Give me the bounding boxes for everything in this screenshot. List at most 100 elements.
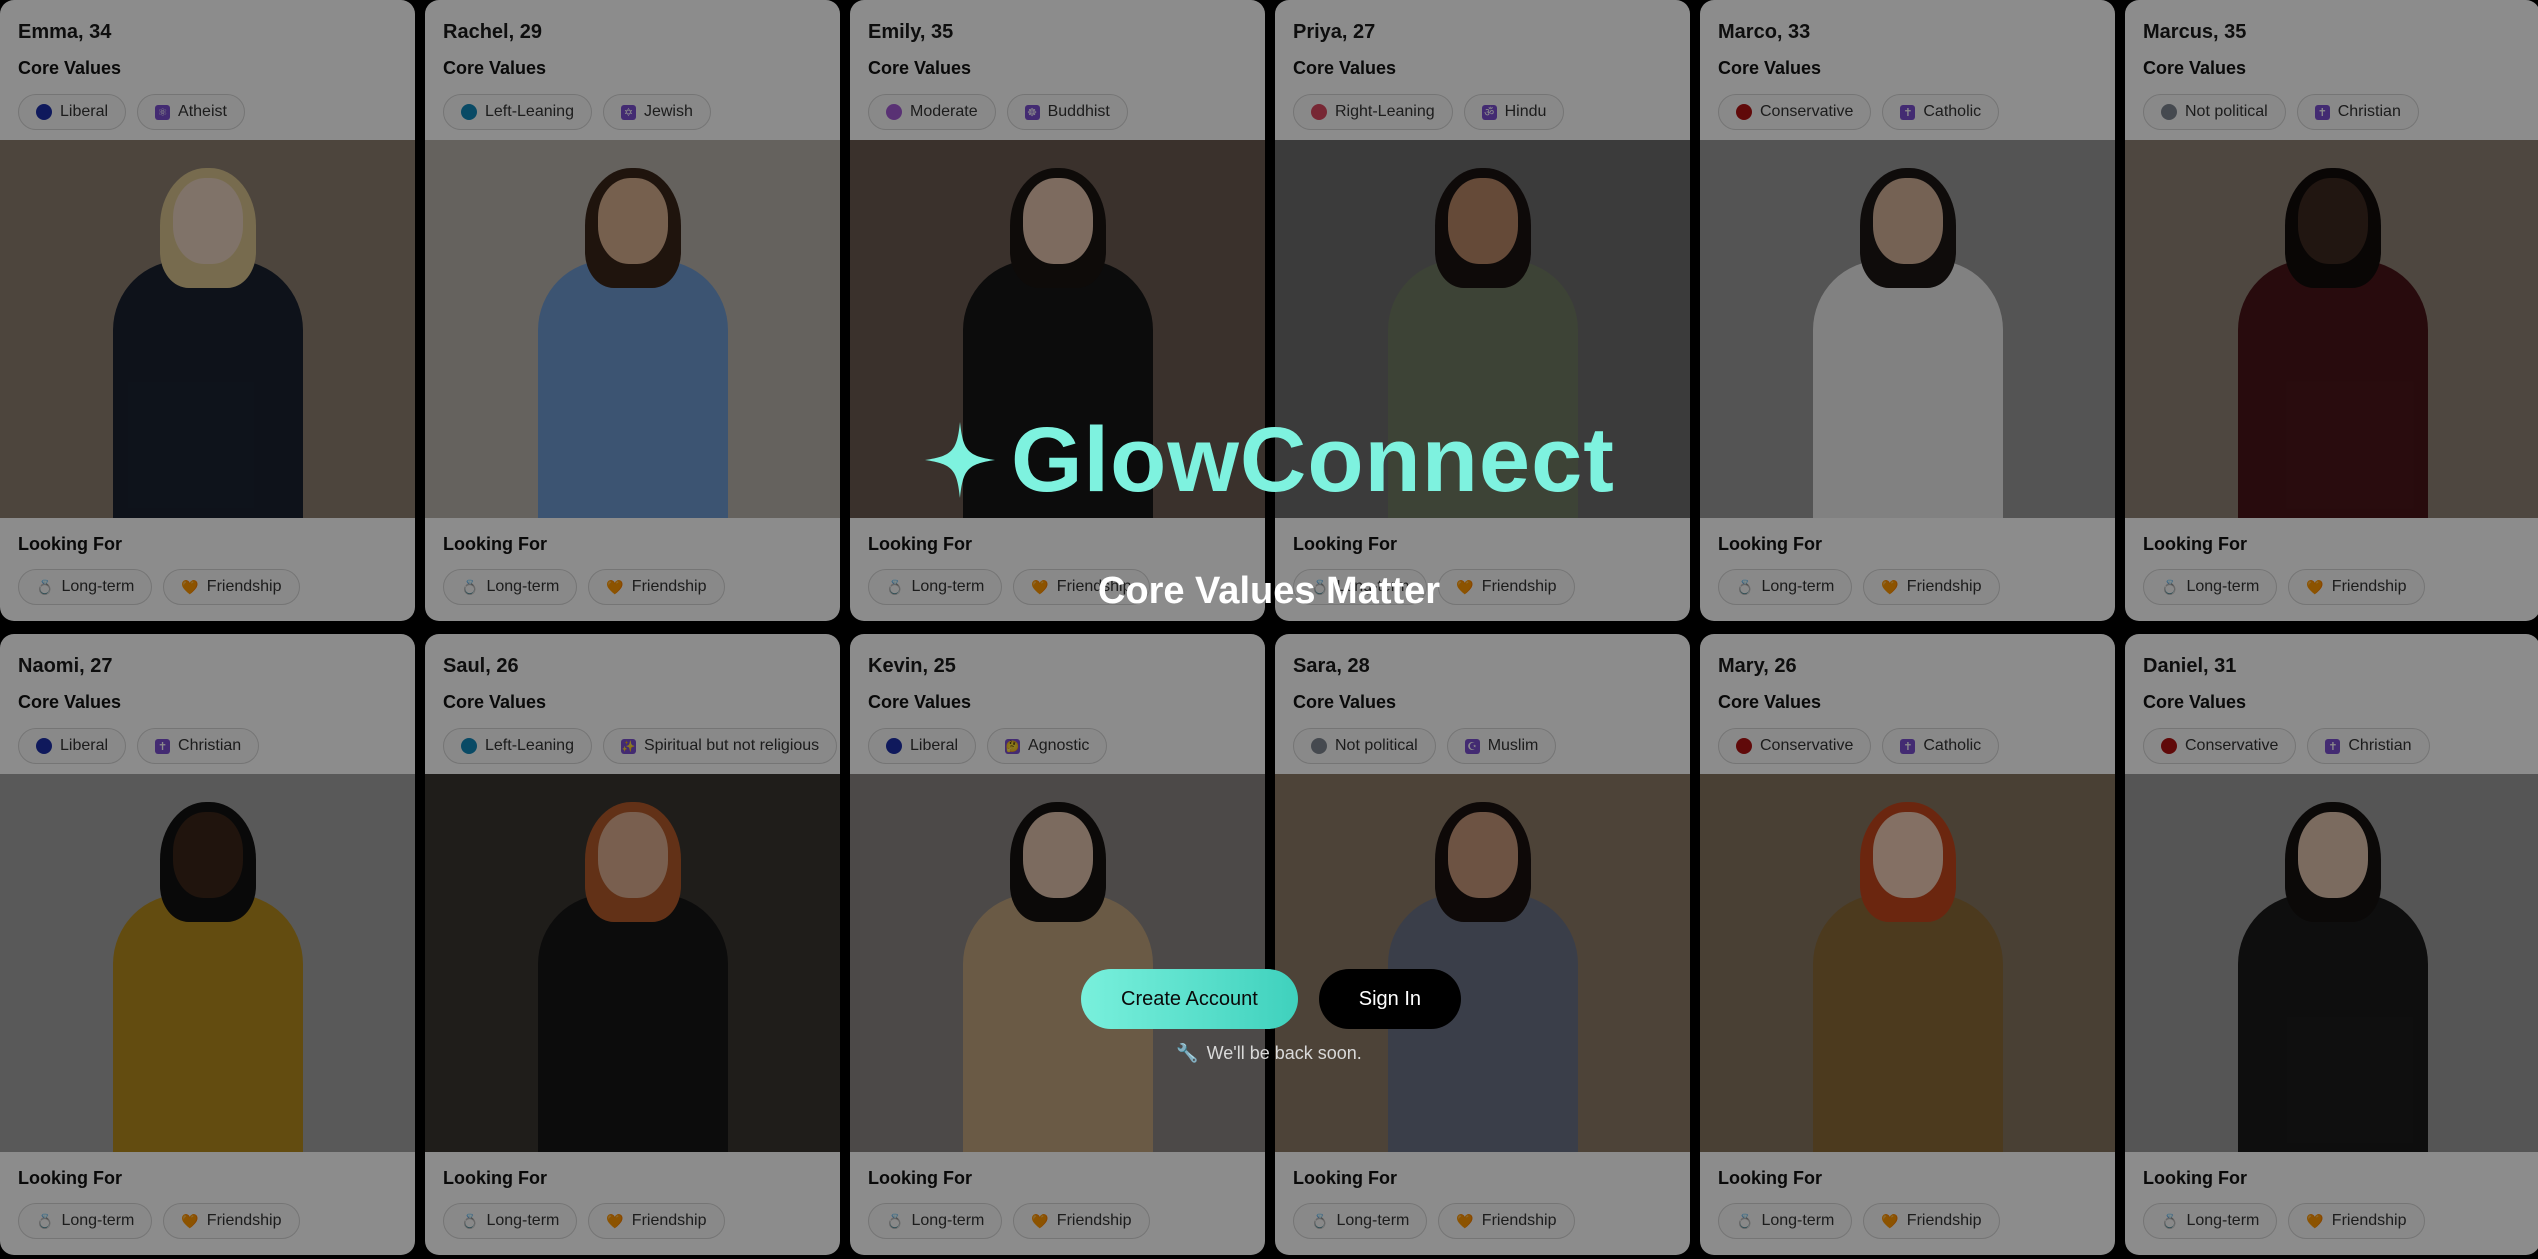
- cross-icon: ✝: [155, 738, 171, 754]
- religion-label: Agnostic: [1028, 737, 1090, 754]
- looking-for-heading: Looking For: [2143, 534, 2247, 554]
- looking-for-tag: 💍 Long-term: [18, 1203, 153, 1239]
- looking-for-heading: Looking For: [868, 1168, 972, 1188]
- looking-for-heading: Looking For: [1718, 1168, 1822, 1188]
- ring-icon: 💍: [1311, 1212, 1329, 1229]
- card-header: Mary, 26 Core Values Conservative ✝ Cath…: [1700, 634, 2115, 774]
- core-values-tags: Left-Leaning ✡ Jewish: [443, 94, 822, 130]
- core-values-heading: Core Values: [1293, 58, 1397, 78]
- politics-tag: Left-Leaning: [443, 94, 592, 130]
- brand-logo: GlowConnect: [925, 405, 1615, 515]
- politics-tag: Right-Leaning: [1293, 94, 1453, 130]
- ring-icon: 💍: [1736, 1212, 1754, 1229]
- religion-tag: ॐ Hindu: [1463, 94, 1565, 130]
- profile-card[interactable]: Naomi, 27 Core Values Liberal ✝ Christia…: [0, 634, 415, 1255]
- politics-tag: Conservative: [1718, 728, 1872, 764]
- profile-card[interactable]: Saul, 26 Core Values Left-Leaning ✨ Spir…: [425, 634, 840, 1255]
- ring-icon: 💍: [2161, 1212, 2179, 1229]
- looking-for-tag: 🧡 Friendship: [2288, 1203, 2425, 1239]
- card-header: Priya, 27 Core Values Right-Leaning ॐ Hi…: [1275, 0, 1690, 140]
- core-values-tags: Conservative ✝ Catholic: [1718, 94, 2097, 130]
- looking-for-heading: Looking For: [1718, 534, 1822, 554]
- looking-for-label: Friendship: [631, 1212, 707, 1229]
- ring-icon: 💍: [36, 1212, 54, 1229]
- looking-for-tag: 💍 Long-term: [2143, 1203, 2278, 1239]
- core-values-tags: Right-Leaning ॐ Hindu: [1293, 94, 1672, 130]
- politics-dot-icon: [461, 738, 477, 754]
- politics-dot-icon: [886, 104, 902, 120]
- religion-label: Catholic: [1923, 737, 1982, 754]
- core-values-tags: Conservative ✝ Catholic: [1718, 728, 2097, 764]
- notice-text: We'll be back soon.: [1206, 1043, 1362, 1063]
- religion-tag: 🤔 Agnostic: [987, 728, 1108, 764]
- politics-dot-icon: [1311, 104, 1327, 120]
- create-account-button[interactable]: Create Account: [1081, 969, 1298, 1029]
- core-values-heading: Core Values: [18, 692, 122, 712]
- core-values-tags: Conservative ✝ Christian: [2143, 728, 2522, 764]
- politics-dot-icon: [2161, 738, 2177, 754]
- profile-card[interactable]: Emily, 35 Core Values Moderate ☸ Buddhis…: [850, 0, 1265, 621]
- thinking-icon: 🤔: [1005, 738, 1021, 754]
- politics-label: Not political: [1335, 737, 1418, 754]
- politics-dot-icon: [1736, 738, 1752, 754]
- religion-tag: ✨ Spiritual but not religious: [602, 728, 838, 764]
- core-values-tags: Liberal ⚛ Atheist: [18, 94, 397, 130]
- religion-tag: ✝ Christian: [2296, 94, 2419, 130]
- profile-card[interactable]: Marcus, 35 Core Values Not political ✝ C…: [2125, 0, 2538, 621]
- card-header: Marco, 33 Core Values Conservative ✝ Cat…: [1700, 0, 2115, 140]
- profile-card[interactable]: Emma, 34 Core Values Liberal ⚛ Atheist L…: [0, 0, 415, 621]
- looking-for-heading: Looking For: [868, 534, 972, 554]
- profile-card[interactable]: Mary, 26 Core Values Conservative ✝ Cath…: [1700, 634, 2115, 1255]
- heart-icon: 🧡: [1456, 1212, 1474, 1229]
- profile-card[interactable]: Sara, 28 Core Values Not political ☪ Mus…: [1275, 634, 1690, 1255]
- sign-in-button[interactable]: Sign In: [1318, 969, 1462, 1029]
- religion-tag: ✝ Christian: [137, 728, 260, 764]
- religion-tag: ✝ Christian: [2307, 728, 2430, 764]
- politics-dot-icon: [461, 104, 477, 120]
- looking-for-label: Long-term: [1761, 1212, 1835, 1229]
- looking-for-label: Long-term: [486, 1212, 560, 1229]
- religion-tag: ⚛ Atheist: [137, 94, 245, 130]
- profile-name: Marco, 33: [1718, 21, 1811, 43]
- profile-name: Mary, 26: [1718, 655, 1797, 677]
- profile-photo: [1275, 774, 1690, 1152]
- heart-icon: 🧡: [606, 1212, 624, 1229]
- looking-for-tag: 💍 Long-term: [1718, 1203, 1853, 1239]
- looking-for-tag: 🧡 Friendship: [163, 1203, 300, 1239]
- religion-label: Christian: [178, 737, 242, 754]
- card-header: Emily, 35 Core Values Moderate ☸ Buddhis…: [850, 0, 1265, 140]
- core-values-heading: Core Values: [2143, 58, 2247, 78]
- religion-label: Jewish: [643, 103, 693, 120]
- politics-label: Not political: [2185, 103, 2268, 120]
- religion-tag: ✝ Catholic: [1882, 94, 2000, 130]
- profile-card[interactable]: Daniel, 31 Core Values Conservative ✝ Ch…: [2125, 634, 2538, 1255]
- religion-label: Muslim: [1487, 737, 1539, 754]
- politics-label: Conservative: [1760, 103, 1854, 120]
- profile-card[interactable]: Rachel, 29 Core Values Left-Leaning ✡ Je…: [425, 0, 840, 621]
- looking-for-heading: Looking For: [443, 534, 547, 554]
- profile-photo: [2125, 140, 2538, 518]
- politics-dot-icon: [886, 738, 902, 754]
- profile-card[interactable]: Kevin, 25 Core Values Liberal 🤔 Agnostic: [850, 634, 1265, 1255]
- core-values-tags: Not political ✝ Christian: [2143, 94, 2522, 130]
- brand-name: GlowConnect: [1011, 408, 1615, 511]
- profile-name: Naomi, 27: [18, 655, 113, 677]
- looking-for-heading: Looking For: [18, 1168, 122, 1188]
- looking-for-tag: 💍 Long-term: [443, 1203, 578, 1239]
- religion-tag: ☪ Muslim: [1446, 728, 1557, 764]
- politics-label: Liberal: [60, 103, 109, 120]
- heart-icon: 🧡: [1881, 1212, 1899, 1229]
- profile-name: Priya, 27: [1293, 21, 1376, 43]
- sparkle-icon: ✨: [620, 738, 636, 754]
- religion-label: Catholic: [1923, 103, 1982, 120]
- looking-for-label: Long-term: [2186, 1212, 2260, 1229]
- profile-card[interactable]: Marco, 33 Core Values Conservative ✝ Cat…: [1700, 0, 2115, 621]
- core-values-tags: Liberal ✝ Christian: [18, 728, 397, 764]
- politics-dot-icon: [36, 104, 52, 120]
- profile-photo: [1700, 140, 2115, 518]
- politics-tag: Moderate: [868, 94, 996, 130]
- card-footer: Looking For 💍 Long-term 🧡 Friendship: [0, 1152, 415, 1239]
- looking-for-label: Long-term: [911, 1212, 985, 1229]
- politics-tag: Conservative: [2143, 728, 2297, 764]
- profile-card[interactable]: Priya, 27 Core Values Right-Leaning ॐ Hi…: [1275, 0, 1690, 621]
